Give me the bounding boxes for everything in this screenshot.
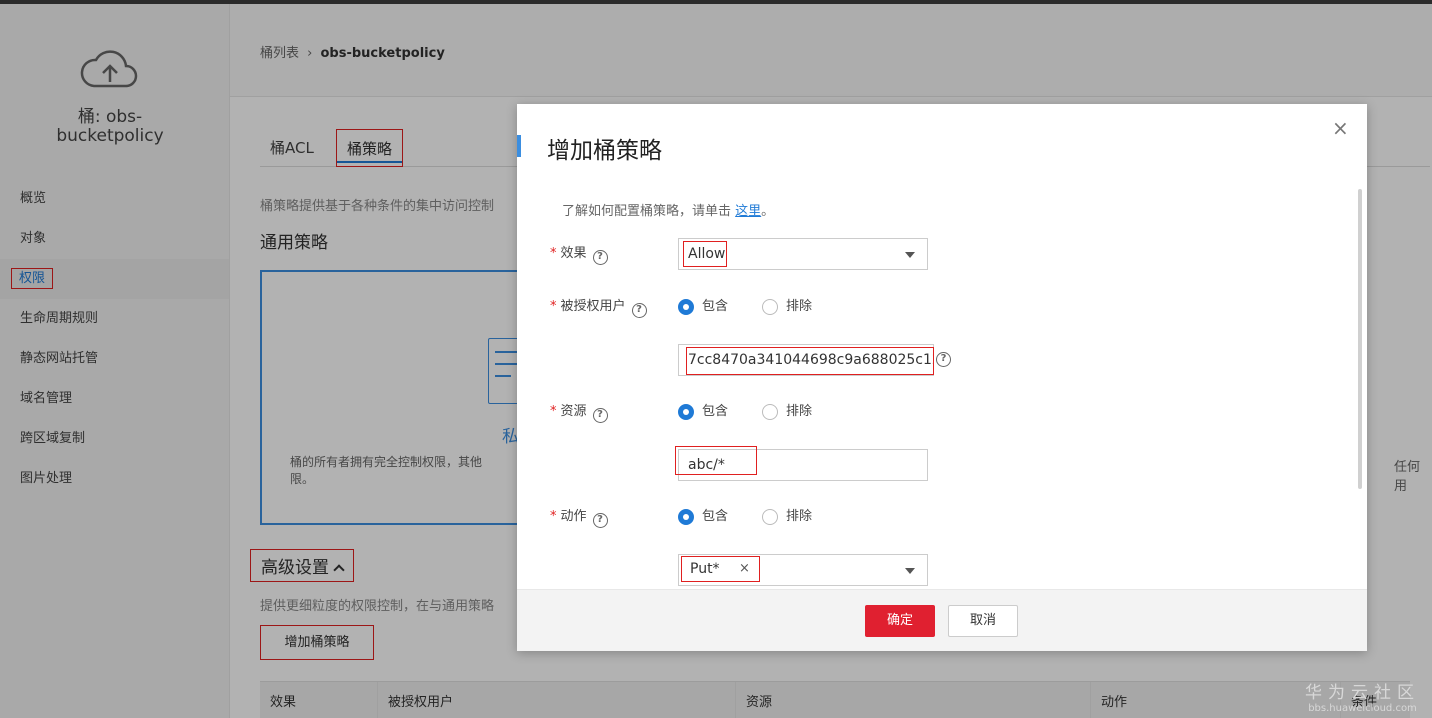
close-icon[interactable]: × xyxy=(1332,118,1349,138)
help-icon[interactable]: ? xyxy=(592,250,608,265)
title-accent-bar xyxy=(517,135,521,157)
confirm-button[interactable]: 确定 xyxy=(865,605,935,637)
help-icon[interactable]: ? xyxy=(592,513,608,528)
required-marker: * xyxy=(550,404,557,419)
chevron-down-icon xyxy=(905,252,915,258)
resource-exclude-radio[interactable]: 排除 xyxy=(762,402,812,422)
resource-label-row: * 资源? xyxy=(550,402,608,423)
dialog-footer: 确定 取消 xyxy=(517,589,1367,651)
action-label: 动作 xyxy=(560,509,587,524)
resource-include-radio[interactable]: 包含 xyxy=(678,402,728,422)
dialog-scrollbar[interactable] xyxy=(1358,189,1362,489)
required-marker: * xyxy=(550,246,557,261)
add-bucket-policy-dialog: 增加桶策略 × 了解如何配置桶策略，请单击 这里。 * 效果? Allow * 被授… xyxy=(517,104,1367,651)
help-icon[interactable]: ? xyxy=(936,352,951,367)
hint-suffix: 。 xyxy=(761,204,775,219)
annotation-box xyxy=(675,446,757,475)
hint-text: 了解如何配置桶策略，请单击 xyxy=(562,204,732,219)
action-label-row: * 动作? xyxy=(550,507,608,528)
cancel-button[interactable]: 取消 xyxy=(948,605,1018,637)
watermark: 华为云社区 bbs.huaweicloud.com xyxy=(1305,678,1420,714)
annotation-box xyxy=(681,556,760,582)
annotation-box xyxy=(683,241,727,267)
help-icon[interactable]: ? xyxy=(592,408,608,423)
effect-label-row: * 效果? xyxy=(550,244,608,265)
action-include-radio[interactable]: 包含 xyxy=(678,507,728,527)
dialog-title: 增加桶策略 xyxy=(547,138,662,164)
chevron-down-icon xyxy=(905,568,915,574)
required-marker: * xyxy=(550,299,557,314)
principal-label-row: * 被授权用户? xyxy=(550,297,647,318)
principal-label: 被授权用户 xyxy=(560,299,626,314)
effect-label: 效果 xyxy=(560,246,587,261)
watermark-title: 华为云社区 xyxy=(1305,683,1420,703)
watermark-url: bbs.huaweicloud.com xyxy=(1308,703,1417,714)
principal-include-radio[interactable]: 包含 xyxy=(678,297,728,317)
required-marker: * xyxy=(550,509,557,524)
action-exclude-radio[interactable]: 排除 xyxy=(762,507,812,527)
dialog-hint: 了解如何配置桶策略，请单击 这里。 xyxy=(562,200,774,219)
resource-label: 资源 xyxy=(560,404,587,419)
hint-link[interactable]: 这里 xyxy=(735,204,761,219)
principal-exclude-radio[interactable]: 排除 xyxy=(762,297,812,317)
annotation-box xyxy=(686,347,934,375)
help-icon[interactable]: ? xyxy=(631,303,647,318)
